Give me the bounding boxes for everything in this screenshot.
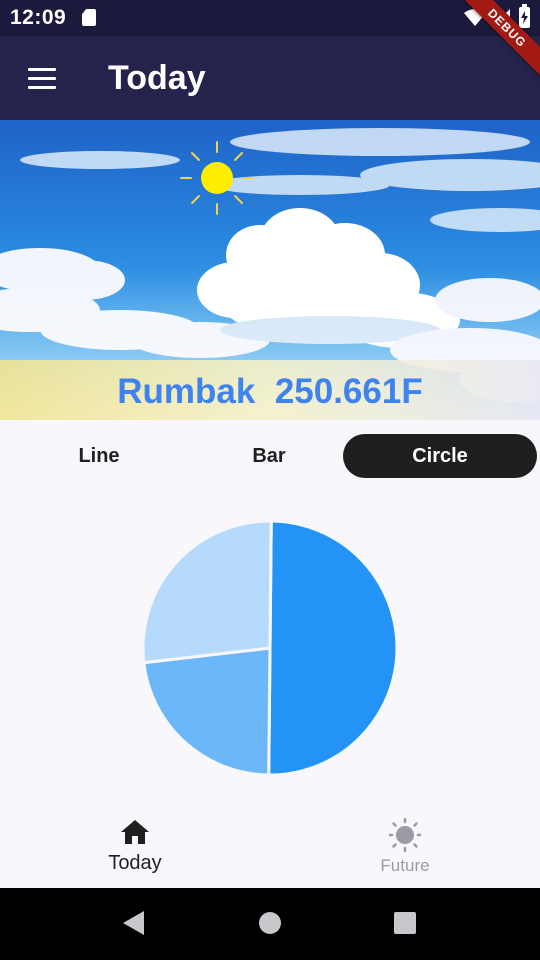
nav-item-future[interactable]: Future [270, 800, 540, 888]
pie-chart [140, 518, 400, 778]
system-navigation-bar [0, 888, 540, 960]
location-temperature: Rumbak 250.661F [117, 372, 423, 411]
pie-slice-2 [141, 519, 273, 665]
home-circle-icon[interactable] [258, 911, 282, 935]
bottom-navigation: Today Future [0, 800, 540, 888]
battery-icon [519, 4, 530, 28]
sun-icon [180, 141, 254, 215]
pie-slice-1 [142, 646, 272, 777]
pie-slice-0 [267, 519, 399, 777]
hamburger-menu-icon[interactable] [20, 58, 64, 98]
back-icon[interactable] [122, 910, 146, 936]
recents-icon[interactable] [394, 912, 416, 934]
toggle-circle[interactable]: Circle [343, 434, 537, 478]
status-time: 12:09 [10, 6, 67, 29]
pie-chart-svg [141, 519, 399, 777]
toggle-bar[interactable]: Bar [184, 434, 354, 478]
sd-card-icon [82, 9, 96, 26]
app-bar: Today [0, 36, 540, 120]
home-icon [121, 820, 149, 844]
status-bar: 12:09 [0, 0, 540, 36]
chart-type-toggle: Line Bar Circle [0, 434, 540, 478]
sun-outline-icon [389, 818, 421, 852]
nav-item-today[interactable]: Today [0, 800, 270, 888]
toggle-line[interactable]: Line [14, 434, 184, 478]
nav-label-today: Today [108, 852, 162, 874]
page-title: Today [108, 59, 206, 97]
hero-weather-image: Rumbak 250.661F [0, 120, 540, 420]
nav-label-future: Future [380, 856, 430, 875]
